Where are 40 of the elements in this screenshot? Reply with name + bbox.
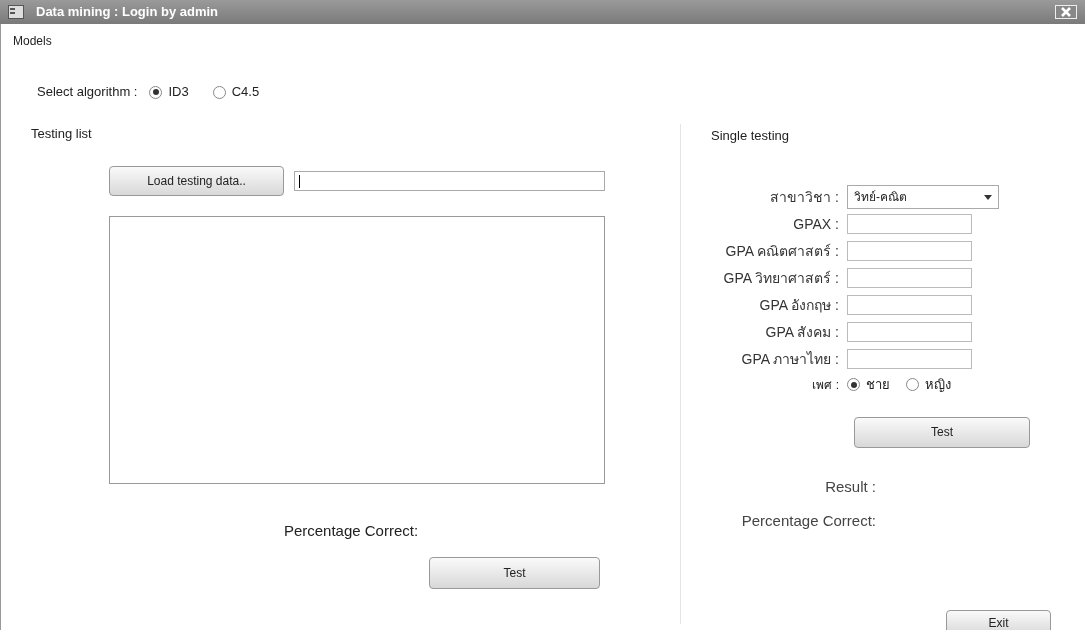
field-label: GPA วิทยาศาสตร์ : xyxy=(722,268,840,288)
field-label: GPAX : xyxy=(792,214,840,234)
window-title: Data mining : Login by admin xyxy=(36,3,219,22)
test-button[interactable]: Test xyxy=(429,556,600,589)
field-label: GPA ภาษาไทย : xyxy=(740,349,840,369)
algorithm-label: Select algorithm : xyxy=(37,83,138,102)
radio-button[interactable] xyxy=(149,85,163,99)
radio-label: ชาย xyxy=(866,376,890,394)
field-label: GPA อังกฤษ : xyxy=(758,295,840,315)
radio-label: หญิง xyxy=(925,376,951,394)
input-field[interactable] xyxy=(847,268,972,288)
section-title: Testing list xyxy=(31,125,92,143)
input-field[interactable] xyxy=(847,322,972,342)
caret-icon xyxy=(984,194,992,200)
radio-button[interactable] xyxy=(212,85,226,99)
field-label: GPA คณิตศาสตร์ : xyxy=(724,241,840,261)
input-field[interactable] xyxy=(847,214,972,234)
field-label: สาขาวิชา : xyxy=(769,187,840,207)
input-field[interactable] xyxy=(847,241,972,261)
radio-label: ID3 xyxy=(168,83,189,102)
gender-label: เพศ : xyxy=(811,376,840,394)
percentage-label: Percentage Correct: xyxy=(741,511,876,531)
file-path-field[interactable] xyxy=(294,171,605,191)
radio-label: C4.5 xyxy=(231,83,260,102)
dropdown[interactable]: วิทย์-คณิต xyxy=(847,185,999,209)
exit-button[interactable]: Exit xyxy=(946,610,1051,630)
radio-button[interactable] xyxy=(847,378,860,392)
result-label: Result : xyxy=(825,476,876,497)
load-data-button[interactable]: Load testing data.. xyxy=(109,166,284,196)
app-icon xyxy=(8,5,24,19)
test-button[interactable]: Test xyxy=(854,416,1030,448)
field-label: GPA สังคม : xyxy=(764,322,840,342)
test-data-list[interactable] xyxy=(109,216,605,484)
input-field[interactable] xyxy=(847,295,972,315)
percentage-label: Percentage Correct: xyxy=(283,521,419,541)
input-field[interactable] xyxy=(847,349,972,369)
close-icon[interactable] xyxy=(1055,5,1077,19)
section-title: Single testing xyxy=(711,127,790,145)
radio-button[interactable] xyxy=(906,378,919,392)
menu-item[interactable]: Models xyxy=(11,32,54,52)
